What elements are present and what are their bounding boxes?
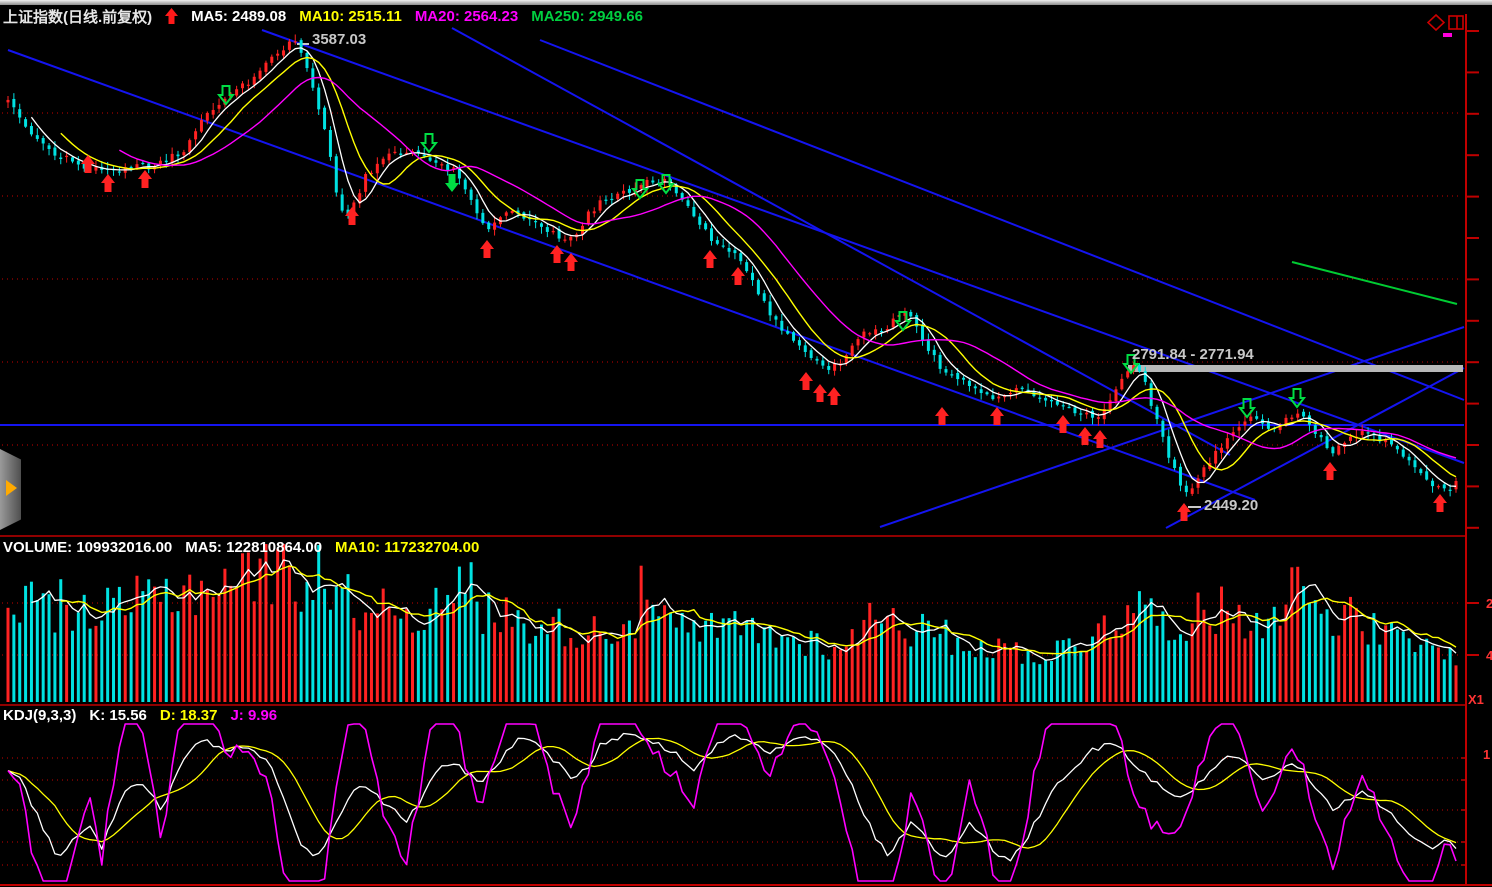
diamond-icon[interactable] — [1427, 14, 1445, 31]
kdj-j-value: J: 9.96 — [230, 707, 277, 724]
volume-axis-digit-1: 2 — [1486, 596, 1492, 611]
ma10-value: MA10: 2515.11 — [299, 8, 402, 25]
volume-unit-label: X1 — [1468, 692, 1484, 707]
resistance-range-label: 2791.84 - 2771.94 — [1132, 346, 1254, 363]
ma20-value: MA20: 2564.23 — [415, 8, 518, 25]
kdj-name: KDJ(9,3,3) — [3, 707, 76, 724]
sidebar-expand-tab[interactable] — [0, 449, 21, 530]
kdj-header: KDJ(9,3,3) K: 15.56 D: 18.37 J: 9.96 — [3, 707, 277, 724]
window-top-edge — [0, 0, 1492, 5]
kdj-d-value: D: 18.37 — [160, 707, 218, 724]
volume-header: VOLUME: 109932016.00 MA5: 122810864.00 M… — [3, 539, 479, 556]
symbol-title: 上证指数(日线.前复权) — [3, 6, 152, 27]
up-arrow-icon — [165, 8, 178, 25]
chart-canvas[interactable] — [0, 0, 1492, 887]
window-panes-icon[interactable] — [1448, 15, 1464, 30]
kdj-k-value: K: 15.56 — [89, 707, 147, 724]
main-chart-header: 上证指数(日线.前复权) MA5: 2489.08 MA10: 2515.11 … — [3, 6, 643, 27]
ma5-value: MA5: 2489.08 — [191, 8, 286, 25]
volume-axis-digit-2: 4 — [1486, 648, 1492, 663]
ma250-value: MA250: 2949.66 — [531, 8, 643, 25]
magenta-marker — [1443, 33, 1452, 37]
peak-price-label: 3587.03 — [312, 31, 366, 48]
volume-value: VOLUME: 109932016.00 — [3, 539, 172, 556]
kdj-axis-digit: 1 — [1483, 747, 1490, 762]
expand-arrow-icon — [6, 480, 17, 496]
stock-chart-app: 上证指数(日线.前复权) MA5: 2489.08 MA10: 2515.11 … — [0, 0, 1492, 887]
low-price-label: 2449.20 — [1204, 497, 1258, 514]
volume-ma10-value: MA10: 117232704.00 — [335, 539, 479, 556]
volume-ma5-value: MA5: 122810864.00 — [185, 539, 322, 556]
